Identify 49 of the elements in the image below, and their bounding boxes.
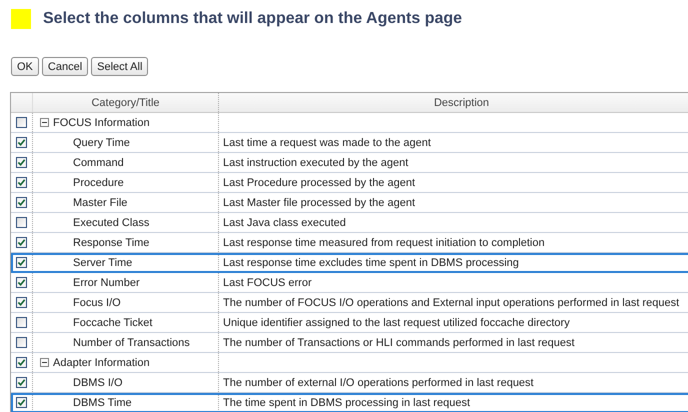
column-description: Unique identifier assigned to the last request utilized foccache directory: [222, 316, 571, 330]
column-title: Query Time: [33, 133, 219, 152]
group-title: Adapter Information: [53, 356, 150, 368]
column-header[interactable]: Description: [219, 93, 688, 112]
column-title: Master File: [33, 193, 219, 212]
column-title: DBMS Time: [33, 393, 219, 412]
column-row[interactable]: Procedure Last Procedure processed by the agent: [11, 173, 688, 193]
column-row[interactable]: Master File Last Master file processed by the agent: [11, 193, 688, 213]
column-row[interactable]: Query Time Last time a request was made to the agent: [11, 133, 688, 153]
dialog-button[interactable]: Cancel: [42, 57, 88, 76]
column-title: Response Time: [33, 233, 219, 252]
column-description: The time spent in DBMS processing in last request: [222, 396, 472, 410]
column-title: Number of Transactions: [33, 333, 219, 352]
column-description: Last response time excludes time spent in DBMS processing: [222, 256, 520, 270]
column-row[interactable]: Response Time Last response time measured from request initiation to completion: [11, 233, 688, 253]
column-title: Server Time: [33, 253, 219, 272]
column-title: Foccache Ticket: [33, 313, 219, 332]
column-header[interactable]: Category/Title: [33, 93, 219, 112]
column-row[interactable]: Foccache Ticket Unique identifier assigned to the last request utilized foccache directory: [11, 313, 688, 333]
column-description: Last Master file processed by the agent: [222, 196, 416, 210]
dialog-button[interactable]: Select All: [91, 57, 148, 76]
column-title: Focus I/O: [33, 293, 219, 312]
group-row[interactable]: FOCUS Information: [11, 113, 688, 133]
column-description: Last Java class executed: [222, 216, 347, 230]
column-title: Procedure: [33, 173, 219, 192]
column-row[interactable]: DBMS Time The time spent in DBMS processing in last request: [11, 393, 688, 412]
dialog-button[interactable]: OK: [11, 57, 39, 76]
group-title: FOCUS Information: [53, 116, 150, 128]
column-description: The number of FOCUS I/O operations and External input operations performed in last request: [222, 296, 680, 310]
page-heading: Select the columns that will appear on the Agents page: [43, 10, 462, 28]
column-description: Last Procedure processed by the agent: [222, 176, 416, 190]
column-row[interactable]: Command Last instruction executed by the agent: [11, 153, 688, 173]
column-row[interactable]: Error Number Last FOCUS error: [11, 273, 688, 293]
column-title: Executed Class: [33, 213, 219, 232]
column-row[interactable]: Executed Class Last Java class executed: [11, 213, 688, 233]
column-row[interactable]: Server Time Last response time excludes time spent in DBMS processing: [11, 253, 688, 273]
column-description: The number of Transactions or HLI commands performed in last request: [222, 336, 576, 350]
column-row[interactable]: DBMS I/O The number of external I/O operations performed in last request: [11, 373, 688, 393]
column-title: Error Number: [33, 273, 219, 292]
group-row[interactable]: Adapter Information: [11, 353, 688, 373]
column-description: Last time a request was made to the agent: [222, 136, 432, 150]
column-row[interactable]: Focus I/O The number of FOCUS I/O operations and External input operations performed in last request: [11, 293, 688, 313]
column-description: Last FOCUS error: [222, 276, 313, 290]
column-description: Last response time measured from request initiation to completion: [222, 236, 546, 250]
column-title: DBMS I/O: [33, 373, 219, 392]
column-row[interactable]: Number of Transactions The number of Transactions or HLI commands performed in last request: [11, 333, 688, 353]
column-description: Last instruction executed by the agent: [222, 156, 410, 170]
column-description: The number of external I/O operations performed in last request: [222, 376, 535, 390]
column-title: Command: [33, 153, 219, 172]
